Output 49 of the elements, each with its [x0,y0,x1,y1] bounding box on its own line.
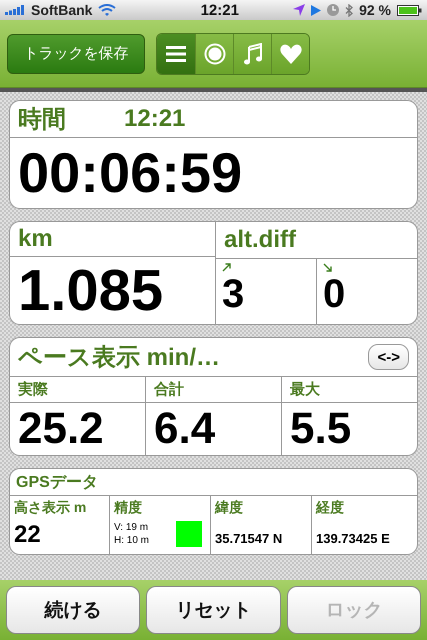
current-time: 12:21 [124,105,186,133]
horizontal-accuracy: H: 10 m [114,534,150,547]
battery-icon [397,4,422,16]
pace-column-label: 実際 [18,380,48,399]
heart-icon [280,44,302,64]
latitude-value: 35.71547 N [215,531,284,546]
time-label: 時間 [18,105,66,135]
music-note-icon [244,42,262,64]
segment-tab[interactable] [233,34,271,74]
altitude-diff-label: alt.diff [224,226,296,254]
accuracy-label: 精度 [114,499,143,517]
segment-tab[interactable] [157,34,195,74]
location-arrow-icon [293,4,306,16]
pace-column-label: 合計 [154,380,184,399]
action-button[interactable]: 続ける [6,586,140,634]
pace-value: 5.5 [290,404,352,454]
wifi-icon [98,4,116,16]
up-arrow-icon [222,263,231,272]
signal-icon [5,5,25,15]
vertical-accuracy: V: 19 m [114,521,150,534]
clock-time: 12:21 [200,2,239,18]
gps-title: GPSデータ [16,472,98,492]
record-icon [204,42,226,64]
action-button[interactable]: リセット [146,586,281,634]
save-track-button[interactable]: トラックを保存 [7,34,145,74]
altitude-value: 22 [14,521,42,549]
latitude-label: 緯度 [215,499,244,517]
menu-icon [166,46,186,62]
longitude-label: 経度 [316,499,345,517]
longitude-value: 139.73425 E [316,531,391,546]
play-icon [311,4,322,16]
clock-icon [327,4,340,16]
pace-value: 25.2 [18,404,104,454]
altitude-loss: 0 [323,272,346,316]
distance-value: 1.085 [18,257,164,324]
unit-toggle-button[interactable]: <-> [368,344,409,370]
carrier-name: SoftBank [31,2,92,18]
down-arrow-icon [323,263,332,272]
pace-value: 6.4 [154,404,216,454]
elapsed-time: 00:06:59 [17,140,244,206]
altitude-label: 高さ表示 m [14,499,88,517]
altitude-gain: 3 [222,272,244,316]
battery-percent: 92 % [359,2,391,18]
pace-column-label: 最大 [290,380,320,399]
segment-tab[interactable] [271,34,309,74]
pace-title: ペース表示 min/… [18,343,220,373]
segment-tab[interactable] [195,34,233,74]
distance-unit-label: km [18,225,53,253]
bluetooth-icon [345,4,354,16]
